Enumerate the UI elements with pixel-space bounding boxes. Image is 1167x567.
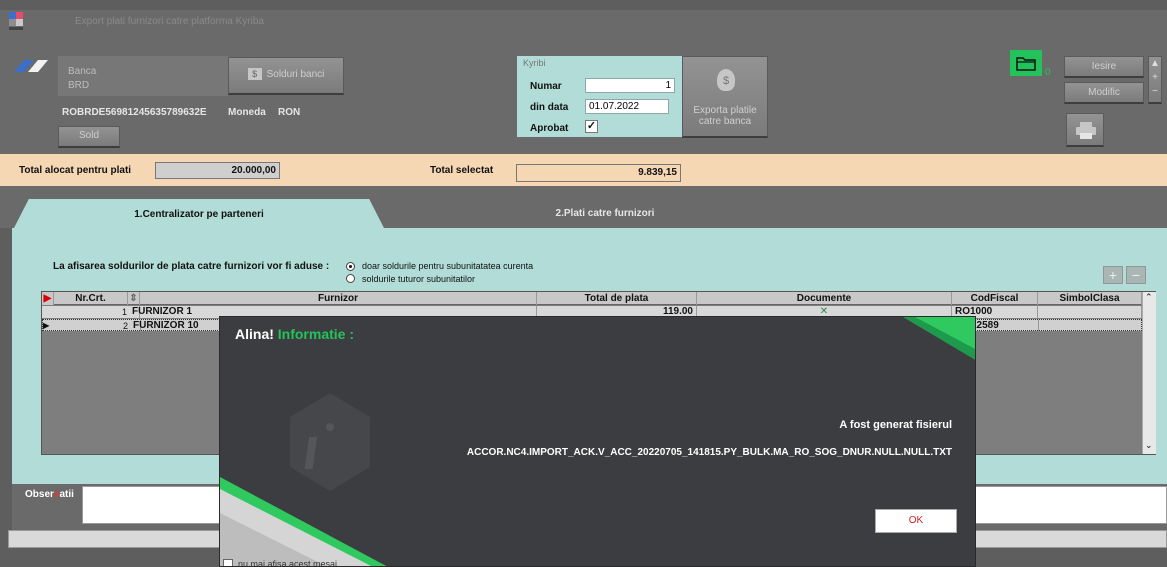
info-dialog: Alina! Informatie : A fost generat fisie… bbox=[219, 316, 976, 567]
folder-button[interactable] bbox=[1010, 50, 1042, 76]
kyribi-panel-title: Kyribi bbox=[523, 58, 546, 68]
row-nr: 1 bbox=[54, 306, 140, 318]
row-nr: 2 bbox=[55, 320, 141, 332]
modific-button[interactable]: Modific bbox=[1064, 82, 1144, 104]
din-data-input[interactable] bbox=[585, 99, 669, 114]
plus-icon: + bbox=[1108, 267, 1118, 283]
currency-label: Moneda bbox=[228, 107, 266, 118]
dialog-title: Alina! Informatie : bbox=[235, 326, 355, 342]
col-simbolclasa[interactable]: SimbolClasa bbox=[1038, 292, 1142, 305]
observatii-label: Observatii bbox=[25, 489, 74, 500]
radio-option1-label: doar soldurile pentru subunitatatea cure… bbox=[362, 261, 534, 271]
window-title: Export plati furnizori catre platforma K… bbox=[75, 16, 264, 27]
filter-label: La afisarea soldurilor de plata catre fu… bbox=[53, 261, 330, 272]
scroll-up-icon[interactable]: ⌃ bbox=[1145, 292, 1153, 303]
total-selectat-label: Total selectat bbox=[430, 165, 494, 176]
minus-icon: − bbox=[1131, 267, 1141, 283]
folder-icon bbox=[1016, 57, 1036, 71]
total-alocat-label: Total alocat pentru plati bbox=[19, 165, 132, 176]
aprobat-checkbox[interactable]: ✓ bbox=[585, 120, 598, 133]
dialog-filename: ACCOR.NC4.IMPORT_ACK.V_ACC_20220705_1418… bbox=[466, 447, 952, 458]
radio-subunitate-curenta[interactable] bbox=[346, 262, 355, 271]
total-alocat-value[interactable]: 20.000,00 bbox=[155, 162, 280, 179]
minus-icon: − bbox=[1152, 86, 1158, 97]
dont-show-checkbox[interactable] bbox=[223, 559, 233, 566]
folder-counter: 0 bbox=[1045, 67, 1051, 78]
din-data-label: din data bbox=[530, 102, 569, 113]
scroll-down-icon[interactable]: ⌄ bbox=[1145, 440, 1153, 451]
dont-show-label: nu mai afisa acest mesaj bbox=[238, 559, 338, 567]
tab-bar: 1.Centralizator pe parteneri 2.Plati cat… bbox=[0, 186, 1167, 228]
printer-icon bbox=[1076, 122, 1096, 139]
solduri-banci-button[interactable]: $ Solduri banci bbox=[228, 57, 344, 95]
print-button[interactable] bbox=[1066, 113, 1104, 147]
plus-icon: + bbox=[1152, 72, 1158, 83]
up-arrow-icon: ▲ bbox=[1150, 58, 1160, 69]
col-documente[interactable]: Documente bbox=[697, 292, 952, 305]
spinner-control[interactable]: ▲ + − bbox=[1148, 56, 1162, 104]
row-pointer-icon: ▶ bbox=[43, 321, 50, 330]
export-button[interactable]: $ Exporta platile catre banca bbox=[682, 56, 768, 138]
iesire-button[interactable]: Iesire bbox=[1064, 56, 1144, 78]
money-icon: $ bbox=[247, 68, 262, 81]
currency-value: RON bbox=[278, 107, 301, 118]
col-total-plata[interactable]: Total de plata bbox=[537, 292, 697, 305]
radio-option2-label: soldurile tuturor subunitatilor bbox=[362, 274, 476, 284]
money-bag-icon: $ bbox=[717, 69, 735, 91]
sold-button[interactable]: Sold bbox=[58, 126, 120, 148]
radio-toate-subunitatile[interactable] bbox=[346, 274, 355, 283]
bank-box[interactable]: Banca BRD bbox=[58, 56, 228, 96]
kyribi-panel: Kyribi Numar din data Aprobat ✓ bbox=[517, 56, 682, 137]
grid-scrollbar[interactable]: ⌃ ⌄ bbox=[1142, 292, 1156, 454]
header-panel: Banca BRD $ Solduri banci ROBRDE569812456… bbox=[0, 36, 1167, 154]
row-simbol bbox=[1038, 306, 1142, 318]
app-icon bbox=[9, 12, 23, 30]
col-furnizor[interactable]: Furnizor bbox=[140, 292, 537, 305]
col-codfiscal[interactable]: CodFiscal bbox=[952, 292, 1038, 305]
numar-input[interactable] bbox=[585, 78, 675, 93]
row-indicator-icon: ▶ bbox=[42, 292, 54, 305]
bank-account: ROBRDE56981245635789632E bbox=[62, 107, 207, 118]
tab-plati-furnizori[interactable]: 2.Plati catre furnizori bbox=[470, 208, 740, 219]
sort-icon[interactable]: ⇕ bbox=[128, 292, 140, 305]
totals-bar: Total alocat pentru plati 20.000,00 Tota… bbox=[0, 154, 1167, 186]
add-row-button[interactable]: + bbox=[1103, 266, 1123, 284]
ok-button[interactable]: OK bbox=[875, 509, 957, 533]
bank-logo-icon bbox=[14, 60, 48, 72]
title-bar: Export plati furnizori catre platforma K… bbox=[0, 10, 1167, 36]
remove-row-button[interactable]: − bbox=[1126, 266, 1146, 284]
bank-label: Banca bbox=[68, 66, 97, 77]
grid-header: ▶ Nr.Crt. ⇕ Furnizor Total de plata Docu… bbox=[42, 292, 1142, 305]
col-nrcrt[interactable]: Nr.Crt. bbox=[54, 292, 128, 305]
row-simbol bbox=[1039, 320, 1143, 332]
numar-label: Numar bbox=[530, 81, 562, 92]
dialog-message: A fost generat fisierul bbox=[839, 419, 952, 431]
tab-centralizator[interactable]: 1.Centralizator pe parteneri bbox=[14, 199, 384, 228]
dialog-decoration bbox=[220, 317, 975, 566]
bank-name: BRD bbox=[68, 80, 90, 91]
total-selectat-value: 9.839,15 bbox=[516, 164, 681, 182]
aprobat-label: Aprobat bbox=[530, 123, 569, 134]
